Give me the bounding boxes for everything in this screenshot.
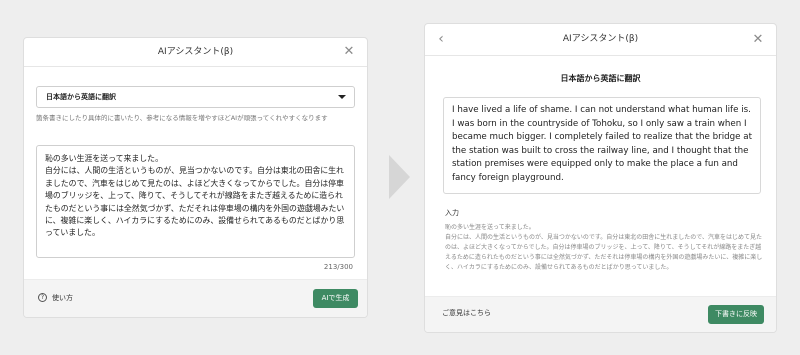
caret-down-icon (338, 95, 346, 99)
question-icon: ? (38, 292, 47, 302)
hint-text: 箇条書きにしたり具体的に書いたり、参考になる情報を増やすほどAIが頑張ってくれや… (36, 114, 328, 122)
help-label: 使い方 (52, 294, 73, 302)
panel-footer: ご意見はこちら 下書きに反映 (425, 296, 776, 332)
apply-to-draft-button[interactable]: 下書きに反映 (708, 305, 764, 324)
result-section-title: 日本語から英語に翻訳 (560, 74, 641, 83)
chevron-left-icon[interactable]: ‹ (431, 24, 451, 55)
ai-assistant-input-panel: AIアシスタント(β) ✕ 日本語から英語に翻訳 箇条書きにしたり具体的に書いた… (23, 37, 368, 318)
mode-select[interactable]: 日本語から英語に翻訳 (36, 86, 355, 108)
panel-header: AIアシスタント(β) ✕ (24, 38, 367, 67)
input-label: 入力 (445, 209, 459, 217)
feedback-link[interactable]: ご意見はこちら (442, 308, 491, 318)
char-counter: 213/300 (323, 263, 353, 271)
help-link[interactable]: ? 使い方 (38, 292, 73, 304)
generate-button[interactable]: AIで生成 (313, 289, 358, 308)
panel-header: ‹ AIアシスタント(β) ✕ (425, 24, 776, 56)
translation-result: I have lived a life of shame. I can not … (443, 97, 761, 194)
ai-assistant-result-panel: ‹ AIアシスタント(β) ✕ 日本語から英語に翻訳 I have lived … (424, 23, 777, 333)
arrow-right-icon (389, 155, 410, 199)
close-icon[interactable]: ✕ (747, 24, 769, 55)
panel-title: AIアシスタント(β) (562, 34, 639, 44)
close-icon[interactable]: ✕ (338, 38, 360, 66)
mode-select-value: 日本語から英語に翻訳 (46, 93, 116, 101)
input-echo-text: 恥の多い生涯を送って来ました。 自分には、人間の生活というものが、見当つかないの… (445, 224, 763, 272)
panel-footer: ? 使い方 AIで生成 (24, 279, 367, 317)
source-text-input[interactable]: 恥の多い生涯を送って来ました。 自分には、人間の生活というものが、見当つかないの… (36, 145, 355, 258)
panel-title: AIアシスタント(β) (157, 47, 234, 57)
